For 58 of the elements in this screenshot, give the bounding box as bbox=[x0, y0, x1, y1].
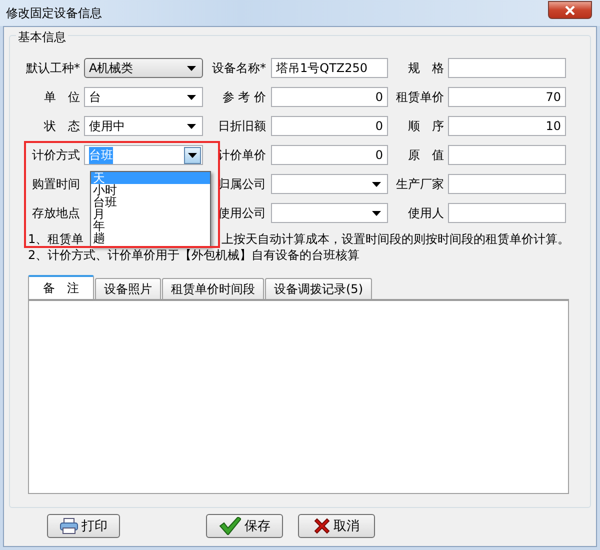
field-label: 状 态 bbox=[43, 118, 81, 134]
save-button[interactable]: 保存 bbox=[206, 514, 283, 538]
text-field[interactable] bbox=[448, 145, 566, 165]
caret-icon bbox=[187, 94, 196, 100]
field-label: 使用人 bbox=[407, 204, 445, 222]
group-title: 基本信息 bbox=[16, 29, 68, 46]
field-label: 设备名称* bbox=[211, 60, 267, 76]
dropdown-option[interactable]: 年 bbox=[91, 220, 210, 232]
field-label: 规 格 bbox=[407, 60, 445, 76]
dropdown[interactable] bbox=[271, 174, 388, 194]
close-icon bbox=[565, 6, 575, 14]
field-label: 默认工种* bbox=[25, 60, 81, 76]
number-field[interactable]: 10 bbox=[448, 116, 566, 136]
x-icon bbox=[314, 518, 330, 534]
field-label: 购置时间 bbox=[31, 176, 81, 192]
note-text: 上按天自动计算成本，设置时间段的则按时间段的租赁单价计算。 bbox=[222, 233, 570, 246]
caret-icon bbox=[372, 210, 381, 216]
text-field[interactable] bbox=[448, 203, 566, 223]
field-label: 日折旧额 bbox=[217, 118, 267, 134]
caret-icon bbox=[187, 124, 196, 128]
cancel-button[interactable]: 取消 bbox=[298, 514, 375, 538]
field-label: 原 值 bbox=[407, 146, 445, 164]
dropdown[interactable]: 台 bbox=[84, 87, 203, 107]
note-text: 2、计价方式、计价单价用于【外包机械】自有设备的台班核算 bbox=[28, 249, 360, 262]
number-field[interactable]: 0 bbox=[271, 116, 388, 136]
number-field[interactable]: 0 bbox=[271, 87, 388, 107]
window-title: 修改固定设备信息 bbox=[6, 4, 102, 22]
dropdown[interactable]: A机械类 bbox=[84, 58, 203, 78]
number-field[interactable]: 0 bbox=[271, 145, 388, 165]
dropdown[interactable]: 使用中 bbox=[84, 116, 203, 136]
dropdown-option[interactable]: 小时 bbox=[91, 184, 210, 196]
checkmark-icon bbox=[218, 517, 240, 535]
caret-icon bbox=[372, 182, 381, 186]
printer-icon bbox=[60, 518, 78, 534]
caret-icon bbox=[188, 152, 197, 158]
text-field[interactable] bbox=[448, 58, 566, 78]
field-label: 生产厂家 bbox=[395, 176, 445, 192]
field-label: 存放地点 bbox=[31, 204, 81, 222]
text-field[interactable]: 塔吊1号QTZ250 bbox=[271, 58, 388, 78]
caret-icon bbox=[187, 66, 196, 70]
text-field[interactable] bbox=[448, 174, 566, 194]
dropdown[interactable] bbox=[271, 203, 388, 223]
field-label: 参 考 价 bbox=[221, 88, 267, 106]
tab[interactable]: 设备调拨记录(5) bbox=[265, 278, 372, 299]
field-label: 单 位 bbox=[43, 88, 81, 106]
tab[interactable]: 租赁单价时间段 bbox=[162, 278, 264, 299]
field-label: 计价方式 bbox=[31, 146, 81, 164]
dropdown-option[interactable]: 趟 bbox=[91, 232, 210, 244]
close-button[interactable] bbox=[548, 1, 592, 19]
dropdown-option[interactable]: 月 bbox=[91, 208, 210, 220]
print-button[interactable]: 打印 bbox=[47, 514, 120, 538]
tab[interactable]: 备 注 bbox=[28, 275, 94, 299]
dropdown-option[interactable]: 台班 bbox=[91, 196, 210, 208]
number-field[interactable]: 70 bbox=[448, 87, 566, 107]
field-label: 租赁单价 bbox=[395, 88, 445, 106]
field-label: 顺 序 bbox=[407, 118, 445, 134]
tab[interactable]: 设备照片 bbox=[95, 278, 161, 299]
note-text: 1、租赁单 bbox=[28, 233, 84, 246]
